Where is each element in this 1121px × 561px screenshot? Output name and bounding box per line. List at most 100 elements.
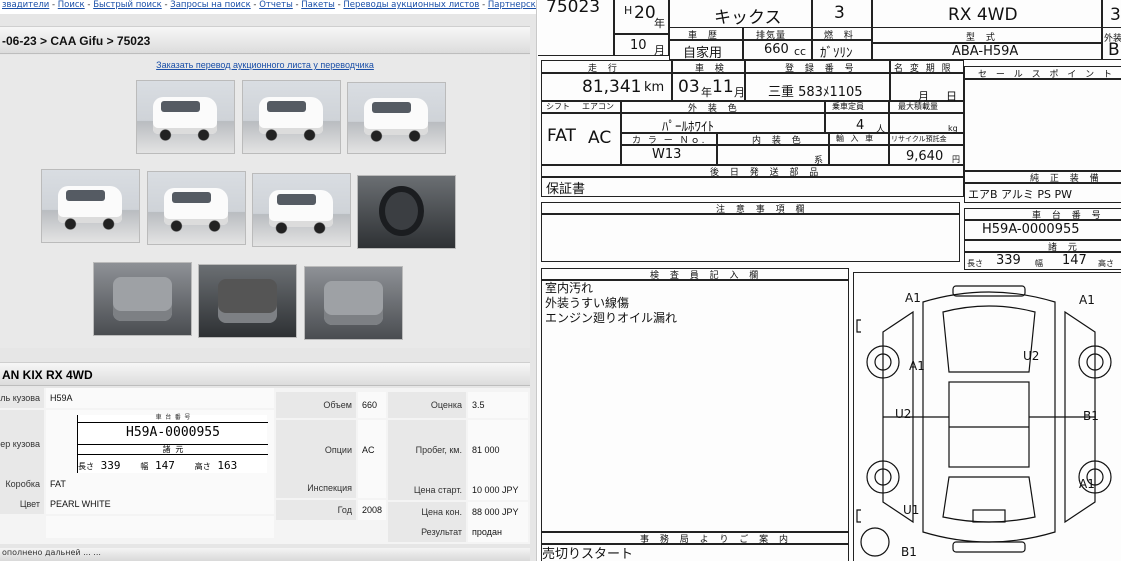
nav-link-partner[interactable]: Партнерская прог [488,0,536,10]
model-name: キックス [714,8,782,28]
year-value: 2008 [358,500,386,520]
chassis-number-sheet: 車 台 番 号 H59A-0000955 諸 元 長さ 339 幅 147 高さ… [77,415,268,473]
grade-name: RX 4WD [948,5,1018,25]
nav-link-reports[interactable]: Отчеты [259,0,293,10]
inspection-label: Инспекция [276,478,356,498]
equipment: エアB アルミ PS PW [968,188,1073,201]
volume-value: 660 [358,392,386,418]
damage-code: B1 [901,545,917,559]
car-photo-thumbnail[interactable] [136,80,235,154]
color-label: Цвет [0,494,44,514]
gearbox-value: FAT [46,474,274,494]
mileage-value: 81 000 [468,420,528,480]
options-label: Опции [276,420,356,480]
fuel: ｶﾞｿﾘﾝ [820,46,853,61]
photo-gallery: Заказать перевод аукционного листа у пер… [0,55,530,348]
year-label: Год [276,500,356,520]
chassis-header: 車 台 番 号 [78,415,268,423]
inspection-month: 11 [712,77,734,97]
registration-number: 三重 583ﾒ1105 [768,85,863,100]
model-type: ABA-H59A [952,44,1019,59]
damage-code: A1 [1079,293,1095,307]
nav-link-search-requests[interactable]: Запросы на поиск [170,0,250,10]
nav-link-search[interactable]: Поиск [58,0,85,10]
displacement: 660 [764,42,789,57]
model-year: 20 [634,3,656,23]
body-model-label: ль кузова [0,388,44,408]
nav-link-translations[interactable]: Переводы аукционных листов [343,0,479,10]
end-price-label: Цена кон. [388,502,466,522]
car-photo-thumbnail[interactable] [252,173,351,247]
color-number: W13 [652,147,682,162]
mileage-label: Пробег, км. [388,420,466,480]
start-price-value: 10 000 JPY [468,480,528,500]
gearbox-label: Коробка [0,474,44,494]
inspector-note: エンジン廻りオイル漏れ [545,311,678,325]
damage-code: U2 [895,407,911,421]
height-value: 163 [217,459,238,472]
car-photo-thumbnail[interactable] [147,171,246,245]
grade-value: 3.5 [468,392,528,418]
shift: FAT [547,126,576,146]
office-note: 売切りスタート [542,547,634,561]
damage-code: U1 [903,503,919,517]
car-damage-diagram: A1 A1 U2 A1 U2 B1 A1 U1 B1 [856,285,1112,559]
end-price-value: 88 000 JPY [468,502,528,522]
result-value: продан [468,522,528,542]
damage-code: A1 [905,291,921,305]
car-photo-thumbnail[interactable] [41,169,140,243]
start-price-label: Цена старт. [388,480,466,500]
car-photo-thumbnail[interactable] [93,262,192,336]
ownership: 自家用 [683,46,723,61]
damage-code: U2 [1023,349,1039,363]
empty-cell [46,516,274,538]
spec-header: 諸 元 [78,444,268,455]
damage-code: A1 [1079,477,1095,491]
volume-label: Объем [276,392,356,418]
car-photo-thumbnail[interactable] [357,175,456,249]
car-title: AN KIX RX 4WD [0,362,530,386]
color-value: PEARL WHITE [46,494,274,514]
grade-label: Оценка [388,392,466,418]
recycle-fee: 9,640 [906,149,944,164]
damage-code: A1 [909,359,925,373]
corner-number: 3 [1110,5,1121,25]
nav-link-packages[interactable]: Пакеты [301,0,335,10]
car-photo-thumbnail[interactable] [242,80,341,154]
inspection-value [358,478,386,498]
top-navigation: звадители - Поиск - Быстрый поиск - Запр… [0,0,536,14]
sheet-length: 339 [996,253,1021,268]
auction-sheet-image: 75023 H 20 年 10 月 キックス 3 RX 4WD 3 車 歴 自家… [538,0,1121,561]
lot-number: 75023 [546,0,601,17]
body-model-value: H59A [46,388,274,408]
width-value: 147 [155,459,175,472]
car-photo-thumbnail[interactable] [198,264,297,338]
car-photo-thumbnail[interactable] [347,82,446,154]
result-label: Результат [388,522,466,542]
chassis-number: H59A-0000955 [982,222,1080,237]
options-value: AC [358,420,386,480]
damage-code: B1 [1083,409,1099,423]
aircon: AC [588,128,612,148]
breadcrumb: -06-23 > CAA Gifu > 75023 [0,26,530,54]
later-docs: 保証書 [546,182,586,197]
inspection-year: 03 [678,77,700,97]
bottom-section-header: ополнено дальней ... ... [0,548,530,561]
outer-score: B [1108,40,1120,60]
chassis-number: H59A-0000955 [126,425,220,440]
body-number-label: ер кузова [0,410,44,478]
era: H [624,4,633,17]
auction-web-page: звадители - Поиск - Быстрый поиск - Запр… [0,0,537,561]
sheet-width: 147 [1062,253,1087,268]
nav-link-quick-search[interactable]: Быстрый поиск [93,0,162,10]
specs-table: ль кузова H59A ер кузова Коробка FAT Цве… [0,388,530,544]
dimensions: 長さ 339 幅 147 高さ 163 [78,459,238,472]
nav-link-dealers[interactable]: звадители [2,0,49,10]
length-value: 339 [100,459,121,472]
model-month: 10 [630,38,647,53]
order-translation-link[interactable]: Заказать перевод аукционного листа у пер… [0,60,530,70]
sheet-mileage: 81,341 [582,77,642,97]
grade-score: 3 [834,3,845,23]
car-photo-thumbnail[interactable] [304,266,403,340]
capacity: 4 [856,118,865,133]
